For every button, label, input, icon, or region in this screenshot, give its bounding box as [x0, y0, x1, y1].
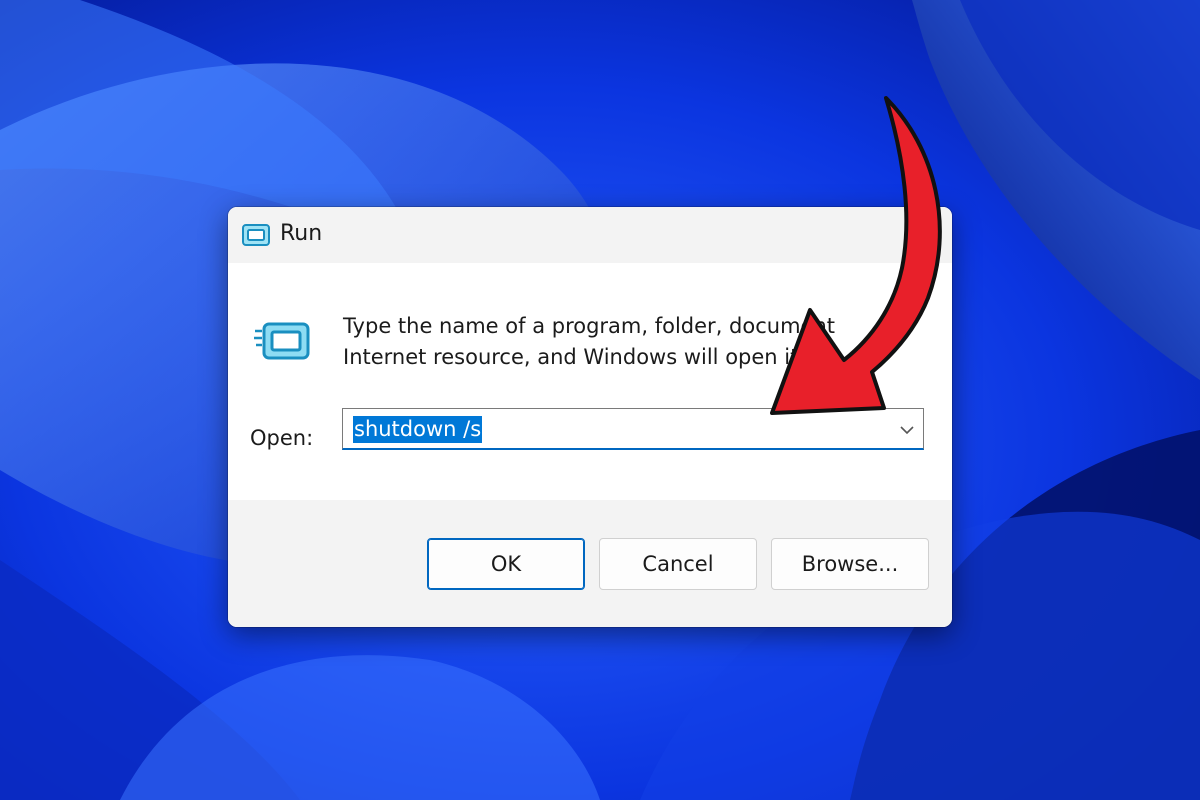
- arrow-shape: [770, 96, 942, 415]
- cancel-button[interactable]: Cancel: [599, 538, 757, 590]
- run-icon: [254, 322, 310, 360]
- browse-button[interactable]: Browse...: [771, 538, 929, 590]
- window-title: Run: [280, 221, 323, 246]
- curved-arrow-icon: [770, 96, 942, 415]
- run-icon: [242, 224, 270, 246]
- ok-button[interactable]: OK: [427, 538, 585, 590]
- command-input[interactable]: shutdown /s: [353, 416, 483, 443]
- open-label: Open:: [250, 426, 314, 450]
- chevron-down-icon[interactable]: [897, 420, 917, 440]
- dialog-footer: OK Cancel Browse...: [228, 500, 952, 627]
